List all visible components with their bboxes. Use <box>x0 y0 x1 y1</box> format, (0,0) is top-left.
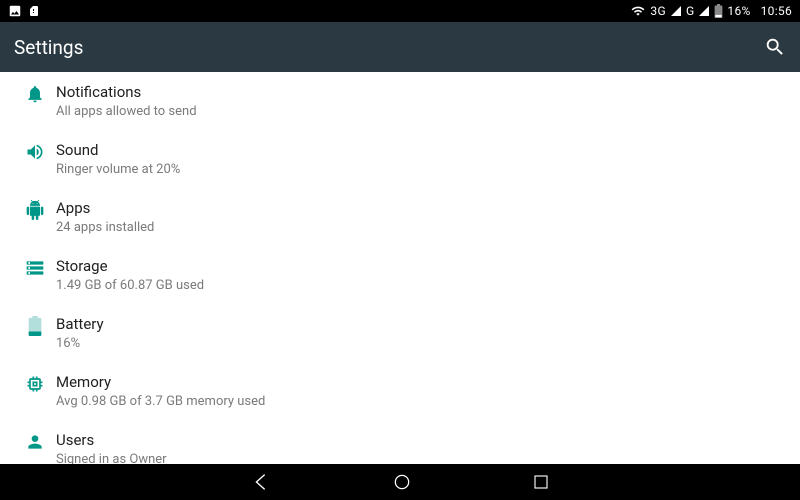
settings-item-sound[interactable]: Sound Ringer volume at 20% <box>0 130 800 188</box>
item-subtitle: 1.49 GB of 60.87 GB used <box>56 277 788 294</box>
nav-bar <box>0 464 800 500</box>
item-subtitle: Ringer volume at 20% <box>56 161 788 178</box>
settings-item-users[interactable]: Users Signed in as Owner <box>0 420 800 464</box>
settings-item-memory[interactable]: Memory Avg 0.98 GB of 3.7 GB memory used <box>0 362 800 420</box>
settings-item-notifications[interactable]: Notifications All apps allowed to send <box>0 72 800 130</box>
home-icon <box>392 472 412 492</box>
settings-list: Notifications All apps allowed to send S… <box>0 72 800 464</box>
item-title: Memory <box>56 372 788 392</box>
memory-icon <box>25 374 45 394</box>
carrier-label: G <box>686 4 694 18</box>
battery-pct: 16% <box>727 4 750 18</box>
nav-home-button[interactable] <box>392 472 412 492</box>
status-bar: 3G G 16% 10:56 <box>0 0 800 22</box>
settings-item-storage[interactable]: Storage 1.49 GB of 60.87 GB used <box>0 246 800 304</box>
settings-item-battery[interactable]: Battery 16% <box>0 304 800 362</box>
search-button[interactable] <box>764 36 786 58</box>
search-icon <box>764 36 786 58</box>
item-subtitle: 16% <box>56 335 788 352</box>
item-title: Notifications <box>56 82 788 102</box>
app-bar: Settings <box>0 22 800 72</box>
volume-icon <box>25 142 45 162</box>
signal-icon <box>670 5 682 17</box>
battery-icon <box>714 4 723 18</box>
item-title: Storage <box>56 256 788 276</box>
item-subtitle: All apps allowed to send <box>56 103 788 120</box>
sd-card-icon <box>28 4 40 18</box>
item-title: Sound <box>56 140 788 160</box>
settings-item-apps[interactable]: Apps 24 apps installed <box>0 188 800 246</box>
user-icon <box>25 432 45 452</box>
page-title: Settings <box>14 36 83 59</box>
storage-icon <box>25 258 45 278</box>
signal-icon <box>698 5 710 17</box>
image-icon <box>8 4 22 18</box>
item-title: Users <box>56 430 788 450</box>
network-label: 3G <box>650 4 666 18</box>
item-subtitle: Avg 0.98 GB of 3.7 GB memory used <box>56 393 788 410</box>
item-subtitle: 24 apps installed <box>56 219 788 236</box>
back-icon <box>250 471 272 493</box>
wifi-icon <box>630 4 646 18</box>
nav-recent-button[interactable] <box>532 473 550 491</box>
recent-icon <box>532 473 550 491</box>
item-title: Battery <box>56 314 788 334</box>
clock: 10:56 <box>761 4 792 18</box>
nav-back-button[interactable] <box>250 471 272 493</box>
item-subtitle: Signed in as Owner <box>56 451 788 464</box>
android-icon <box>25 200 45 220</box>
battery-icon <box>28 316 42 336</box>
item-title: Apps <box>56 198 788 218</box>
bell-icon <box>25 84 45 104</box>
